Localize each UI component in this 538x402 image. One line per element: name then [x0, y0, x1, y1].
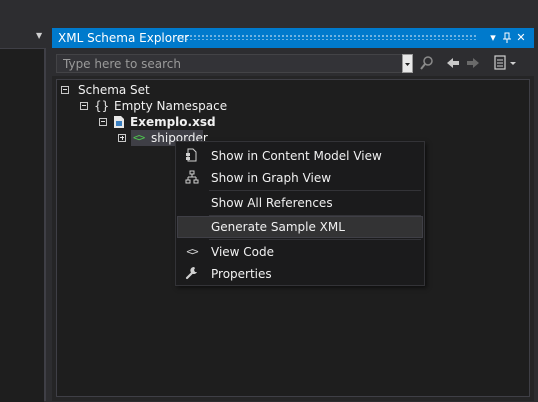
- tree-label: Exemplo.xsd: [130, 115, 216, 129]
- tree-label: Schema Set: [78, 83, 150, 97]
- search-box[interactable]: [56, 54, 412, 73]
- pin-icon[interactable]: [500, 30, 514, 46]
- navigate-forward-icon[interactable]: [465, 55, 481, 71]
- code-icon: <>: [186, 245, 198, 258]
- menu-item-label: View Code: [211, 245, 275, 259]
- collapse-icon[interactable]: [61, 86, 69, 94]
- collapse-icon[interactable]: [99, 118, 107, 126]
- menu-separator: [209, 190, 421, 191]
- element-code-icon: <>: [133, 131, 145, 144]
- context-menu: Show in Content Model View Show in Graph…: [175, 141, 425, 286]
- wrench-icon: [184, 266, 200, 282]
- namespace-braces-icon: {}: [94, 99, 110, 113]
- title-bar: XML Schema Explorer ▾ ✕: [52, 28, 534, 48]
- tree-node-schema-set[interactable]: Schema Set: [61, 82, 261, 98]
- window-title: XML Schema Explorer: [58, 31, 190, 45]
- menu-item-label: Properties: [211, 267, 272, 281]
- menu-separator: [209, 239, 421, 240]
- menu-item-show-graph-view[interactable]: Show in Graph View: [177, 167, 423, 189]
- menu-item-show-all-references[interactable]: Show All References: [177, 192, 423, 214]
- document-options-icon[interactable]: [493, 55, 519, 71]
- search-icon[interactable]: [419, 55, 435, 71]
- content-model-icon: [184, 148, 200, 164]
- collapse-icon[interactable]: [80, 102, 88, 110]
- left-pane-dropdown-icon[interactable]: ▼: [36, 31, 46, 41]
- tree-node-namespace[interactable]: {} Empty Namespace: [80, 98, 280, 114]
- menu-item-label: Show in Graph View: [211, 171, 332, 185]
- tree-label: Empty Namespace: [114, 99, 228, 113]
- graph-view-icon: [184, 170, 200, 186]
- close-icon[interactable]: ✕: [514, 30, 528, 46]
- title-drag-grip[interactable]: [177, 34, 477, 40]
- pane-splitter[interactable]: [44, 48, 46, 401]
- menu-item-label: Generate Sample XML: [211, 220, 345, 234]
- window-options-dropdown-icon[interactable]: ▾: [486, 30, 500, 46]
- search-dropdown-button[interactable]: [402, 54, 413, 73]
- toolbar: [52, 48, 534, 76]
- menu-item-generate-sample-xml[interactable]: Generate Sample XML: [177, 216, 423, 238]
- tree-node-file[interactable]: Exemplo.xsd: [99, 114, 299, 130]
- navigate-back-icon[interactable]: [445, 55, 461, 71]
- menu-item-label: Show All References: [211, 196, 333, 210]
- menu-item-view-code[interactable]: <> View Code: [177, 241, 423, 263]
- left-editor-pane: [0, 48, 44, 402]
- expand-icon[interactable]: [118, 134, 126, 142]
- search-input[interactable]: [57, 55, 397, 72]
- menu-item-show-content-model-view[interactable]: Show in Content Model View: [177, 145, 423, 167]
- menu-item-label: Show in Content Model View: [211, 149, 382, 163]
- menu-item-properties[interactable]: Properties: [177, 263, 423, 285]
